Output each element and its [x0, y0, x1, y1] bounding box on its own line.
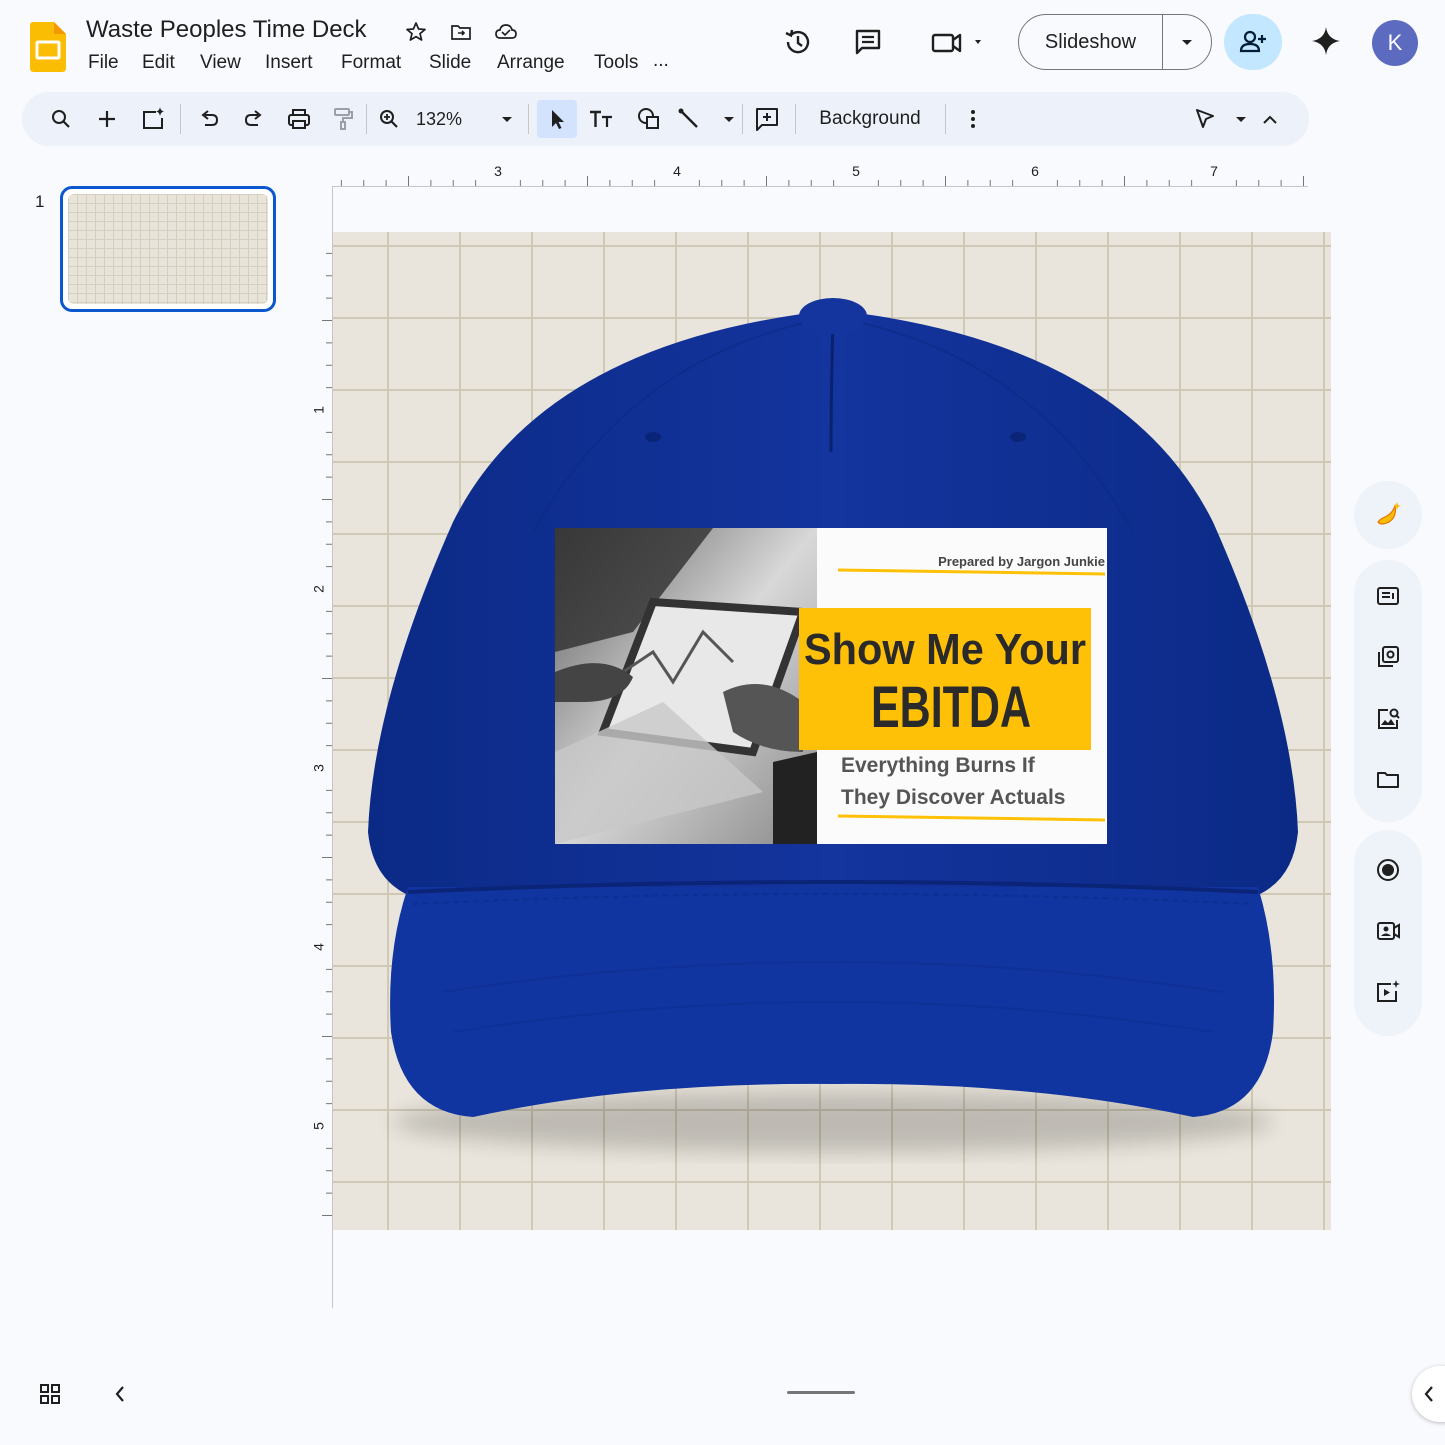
menu-arrange[interactable]: Arrange	[497, 52, 565, 74]
star-icon[interactable]	[402, 18, 430, 46]
video-add-icon[interactable]	[1368, 972, 1408, 1012]
chevron-left-icon	[1424, 1386, 1433, 1402]
pointer-mode-icon[interactable]	[1192, 100, 1248, 138]
chevron-down-icon	[724, 117, 734, 122]
ruler-label: 4	[673, 163, 681, 179]
ai-slide-icon[interactable]	[136, 100, 170, 138]
chevron-down-icon	[502, 117, 512, 122]
layouts-icon[interactable]	[1368, 637, 1408, 677]
expand-side-panel-button[interactable]	[1412, 1366, 1445, 1422]
print-icon[interactable]	[282, 100, 316, 138]
document-title[interactable]: Waste Peoples Time Deck	[86, 16, 367, 44]
paint-format-icon[interactable]	[326, 100, 360, 138]
gemini-icon[interactable]	[1306, 21, 1346, 61]
toolbar-divider	[528, 104, 529, 134]
text-box-icon[interactable]	[584, 100, 618, 138]
chevron-down-icon	[1182, 40, 1192, 45]
menu-file[interactable]: File	[88, 52, 119, 74]
line-icon[interactable]	[676, 100, 736, 138]
menu-more[interactable]: ...	[653, 50, 669, 72]
slideshow-group: Slideshow	[1018, 14, 1212, 70]
slide-number: 1	[35, 192, 45, 211]
toolbar-divider	[180, 104, 181, 134]
share-icon	[1239, 30, 1266, 53]
chevron-down-icon	[1236, 117, 1246, 122]
slide-thumbnail[interactable]	[60, 186, 276, 312]
grid-view-icon[interactable]	[36, 1380, 64, 1408]
slideshow-button[interactable]: Slideshow	[1019, 15, 1163, 69]
ruler-label: 5	[311, 1122, 327, 1130]
menu-view[interactable]: View	[200, 52, 241, 74]
select-icon[interactable]	[537, 100, 577, 138]
new-slide-icon[interactable]	[90, 100, 124, 138]
zoom-value: 132%	[416, 108, 463, 129]
camera-icon[interactable]	[1368, 911, 1408, 951]
ruler-label: 5	[852, 163, 860, 179]
collapse-toolbar-icon[interactable]	[1256, 100, 1284, 138]
chevron-left-icon	[115, 1386, 124, 1402]
slide-canvas[interactable]: Prepared by Jargon Junkie Show Me Your E…	[333, 232, 1331, 1230]
patch-prepared-by: Prepared by Jargon Junkie	[938, 554, 1105, 569]
history-icon[interactable]	[778, 22, 818, 62]
slide-thumbnail-preview	[68, 194, 268, 304]
menu-slide[interactable]: Slide	[429, 52, 471, 74]
slides-panel-icon[interactable]	[1368, 576, 1408, 616]
move-to-folder-icon[interactable]	[447, 18, 475, 46]
ruler-label: 4	[311, 943, 327, 951]
avatar[interactable]: K	[1372, 20, 1418, 66]
collapse-filmstrip-button[interactable]	[106, 1380, 134, 1408]
image-search-icon[interactable]	[1368, 699, 1408, 739]
comment-add-icon[interactable]	[750, 100, 784, 138]
undo-icon[interactable]	[192, 100, 226, 138]
cap-patch: Prepared by Jargon Junkie Show Me Your E…	[555, 528, 1107, 844]
ruler-label: 6	[1031, 163, 1039, 179]
cloud-saved-icon[interactable]	[492, 18, 520, 46]
slideshow-dropdown-button[interactable]	[1163, 15, 1211, 69]
menu-insert[interactable]: Insert	[265, 52, 313, 74]
cap-button	[799, 298, 867, 334]
record-icon[interactable]	[1368, 850, 1408, 890]
speaker-notes-handle[interactable]	[787, 1391, 855, 1394]
comments-icon[interactable]	[848, 22, 888, 62]
share-button[interactable]	[1224, 14, 1282, 70]
meet-icon[interactable]	[926, 22, 990, 62]
ruler-label: 1	[311, 406, 327, 414]
cap-image[interactable]: Prepared by Jargon Junkie Show Me Your E…	[333, 232, 1331, 1230]
toolbar-divider	[795, 104, 796, 134]
toolbar-divider	[945, 104, 946, 134]
redo-icon[interactable]	[237, 100, 271, 138]
patch-subline2: They Discover Actuals	[841, 786, 1065, 809]
zoom-select[interactable]: 132%	[416, 100, 526, 138]
more-icon[interactable]	[958, 100, 988, 138]
menu-format[interactable]: Format	[341, 52, 401, 74]
background-label: Background	[819, 108, 921, 129]
ruler-label: 7	[1210, 163, 1218, 179]
toolbar-divider	[742, 104, 743, 134]
menu-tools[interactable]: Tools	[594, 52, 638, 74]
patch-headline-line1: Show Me Your	[804, 625, 1086, 674]
zoom-icon[interactable]	[372, 100, 406, 138]
folder-icon[interactable]	[1368, 760, 1408, 800]
toolbar-divider	[366, 104, 367, 134]
vertical-ruler[interactable]: 1 2 3 4 5	[306, 232, 334, 1308]
ruler-label: 3	[494, 163, 502, 179]
search-icon[interactable]	[44, 100, 78, 138]
patch-headline-line2: EBITDA	[871, 675, 1031, 740]
horizontal-ruler[interactable]: 3 4 5 6 7	[332, 160, 1308, 188]
ruler-label: 2	[311, 585, 327, 593]
background-button[interactable]: Background	[806, 100, 934, 138]
shape-icon[interactable]	[632, 100, 666, 138]
slides-logo-icon[interactable]	[30, 22, 66, 72]
ruler-label: 3	[311, 764, 327, 772]
banana-ai-icon[interactable]	[1368, 495, 1408, 535]
patch-subline1: Everything Burns If	[841, 754, 1036, 777]
menu-edit[interactable]: Edit	[142, 52, 175, 74]
